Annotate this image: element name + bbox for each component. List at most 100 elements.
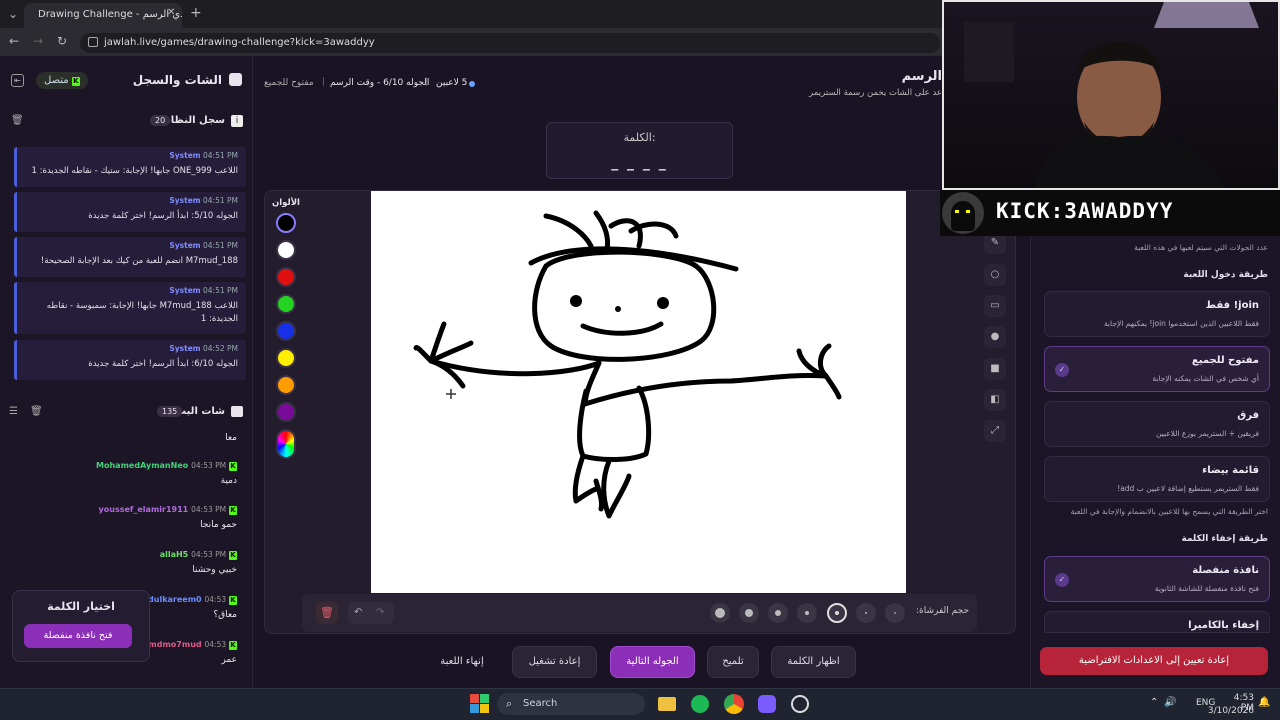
brush-size-lg[interactable] — [739, 603, 759, 623]
color-swatch[interactable] — [276, 402, 296, 422]
clear-canvas-icon[interactable]: 🗑 — [316, 602, 338, 624]
log-text: اللاعب ONE_999 جابها! الإجابة: ستيك - نق… — [31, 166, 238, 176]
entry-option-open[interactable]: ✓ مفتوح للجميع أي شخص في الشات يمكنه الإ… — [1044, 346, 1270, 392]
brush-size-md[interactable] — [768, 603, 788, 623]
undo-icon[interactable]: ↶ — [354, 602, 362, 624]
app-icon[interactable] — [758, 695, 776, 713]
chat-text: دمية — [220, 476, 237, 486]
drawing-canvas[interactable] — [371, 191, 906, 593]
brush-size-xl[interactable] — [710, 603, 730, 623]
color-swatch[interactable] — [276, 240, 296, 260]
players-count: 5 لاعبين — [436, 78, 468, 88]
separator: | — [322, 77, 326, 87]
chat-time: 04:53 PM — [191, 505, 227, 514]
forward-icon[interactable]: → — [33, 34, 43, 48]
brush-size-selected[interactable] — [827, 603, 847, 623]
log-sender: System — [169, 241, 201, 250]
show-word-button[interactable]: اظهار الكلمة — [771, 646, 856, 678]
volume-icon[interactable]: 🔊 — [1164, 697, 1176, 708]
line-tool-icon[interactable]: ⤢ — [984, 420, 1006, 442]
redo-icon[interactable]: ↷ — [376, 602, 384, 624]
chat-time: 04:53 — [204, 640, 227, 649]
reset-defaults-button[interactable]: إعادة تعيين إلى الاعدادات الافتراضية — [1040, 647, 1268, 675]
trash-icon[interactable]: 🗑 — [30, 406, 43, 417]
entry-note: اختر الطريقة التي يسمح بها للاعبين بالان… — [1070, 507, 1268, 516]
color-swatch[interactable] — [276, 375, 296, 395]
spotify-icon[interactable] — [691, 695, 709, 713]
chat-text: معا — [225, 433, 237, 443]
taskbar-search[interactable]: Search — [497, 693, 645, 715]
fill-bucket-icon[interactable]: ◧ — [984, 389, 1006, 411]
collapse-panel-icon[interactable]: ⇤ — [11, 74, 24, 87]
tray-icons[interactable]: ⌃ — [1150, 697, 1158, 708]
clock-date[interactable]: 3/10/2026 — [1206, 706, 1254, 716]
log-sender: System — [169, 196, 201, 205]
notification-icon[interactable]: 🔔 — [1258, 697, 1270, 708]
open-separate-window-button[interactable]: فتح نافذة منفصلة — [24, 624, 132, 648]
log-time: 04:51 PM — [203, 286, 238, 295]
back-icon[interactable]: ← — [9, 34, 19, 48]
filled-rect-tool-icon[interactable]: ■ — [984, 358, 1006, 380]
system-log-title: سجل النظام — [163, 115, 225, 126]
entry-option-whitelist[interactable]: قائمة بيضاء فقط الستريمر يستطيع إضافة لا… — [1044, 456, 1270, 502]
log-sender: System — [169, 286, 201, 295]
option-desc: فريقين + الستريمر يوزع اللاعبين — [1155, 429, 1259, 438]
option-title: join! فقط — [1205, 300, 1259, 311]
site-info-icon[interactable] — [88, 37, 98, 47]
color-swatch[interactable] — [276, 294, 296, 314]
circle-tool-icon[interactable]: ○ — [984, 264, 1006, 286]
chat-username[interactable]: allaH5 — [160, 550, 189, 559]
log-sender: System — [169, 151, 201, 160]
hint-button[interactable]: تلميح — [707, 646, 759, 678]
new-tab-icon[interactable]: + — [190, 5, 202, 21]
chat-username[interactable]: youssef_elamir1911 — [99, 505, 189, 514]
rectangle-tool-icon[interactable]: ▭ — [984, 295, 1006, 317]
hide-option-window[interactable]: ✓ نافذة منفصلة فتح نافذة منفصلة للشاشة ا… — [1044, 556, 1270, 602]
filled-circle-tool-icon[interactable]: ● — [984, 326, 1006, 348]
status-dot — [469, 81, 475, 87]
brush-size-xs[interactable] — [856, 603, 876, 623]
align-icon[interactable]: ☰ — [9, 406, 18, 417]
next-round-button[interactable]: الجوله التالية — [610, 646, 695, 678]
log-text: M7mud_188 انضم للعبة من كيك بعد الإجابة … — [40, 256, 238, 266]
close-tab-icon[interactable]: ✕ — [167, 7, 175, 18]
brush-size-label: حجم الفرشاة: — [916, 606, 970, 616]
color-swatch[interactable] — [276, 267, 296, 287]
brush-size-xxs[interactable] — [885, 603, 905, 623]
word-picker-popup: اختيار الكلمة فتح نافذة منفصلة — [12, 590, 150, 662]
rounds-note: عدد الجولات التي سيتم لعبها في هذه اللعب… — [1134, 243, 1268, 252]
color-swatch[interactable] — [276, 348, 296, 368]
hide-option-camera[interactable]: إخفاء بالكاميرا — [1044, 611, 1270, 633]
custom-color-picker[interactable] — [276, 429, 296, 459]
start-icon[interactable] — [470, 694, 490, 714]
entry-option-teams[interactable]: فرق فريقين + الستريمر يوزع اللاعبين — [1044, 401, 1270, 447]
color-swatch[interactable] — [276, 213, 296, 233]
connection-status-label: متصل — [44, 75, 69, 86]
webcam-feed — [942, 0, 1280, 190]
color-palette — [270, 196, 302, 592]
log-message: System 04:51 PM M7mud_188 انضم للعبة من … — [14, 237, 246, 277]
app-icon[interactable] — [791, 695, 809, 713]
log-sender: System — [169, 344, 201, 353]
kick-channel-name: KICK:3AWADDYY — [996, 199, 1174, 223]
color-swatch[interactable] — [276, 321, 296, 341]
brush-size-sm[interactable] — [797, 603, 817, 623]
log-time: 04:51 PM — [203, 196, 238, 205]
file-explorer-icon[interactable] — [658, 697, 676, 711]
tab-list-icon[interactable]: ⌄ — [8, 7, 18, 21]
search-placeholder: Search — [523, 698, 558, 709]
option-title: قائمة بيضاء — [1202, 465, 1259, 476]
chat-username[interactable]: MohamedAymanNeo — [96, 461, 188, 470]
url-input[interactable]: jawlah.live/games/drawing-challenge?kick… — [80, 33, 940, 53]
live-chat-title: شات البث — [176, 406, 225, 417]
chrome-icon[interactable] — [724, 694, 744, 714]
reload-icon[interactable]: ↻ — [57, 34, 67, 48]
trash-icon[interactable]: 🗑 — [11, 115, 24, 126]
entry-option-join[interactable]: join! فقط فقط اللاعبين الذين استخدموا jo… — [1044, 291, 1270, 337]
browser-tab[interactable]: Drawing Challenge - تحدي الرسم — [24, 3, 182, 28]
option-desc: فقط اللاعبين الذين استخدموا join! يمكنهم… — [1103, 319, 1259, 328]
log-message: System 04:51 PM اللاعب M7mud_188 جابها! … — [14, 282, 246, 334]
end-game-button[interactable]: إنهاء اللعبة — [426, 646, 498, 678]
word-picker-title: اختيار الكلمة — [47, 600, 115, 613]
restart-button[interactable]: إعادة تشغيل — [512, 646, 597, 678]
